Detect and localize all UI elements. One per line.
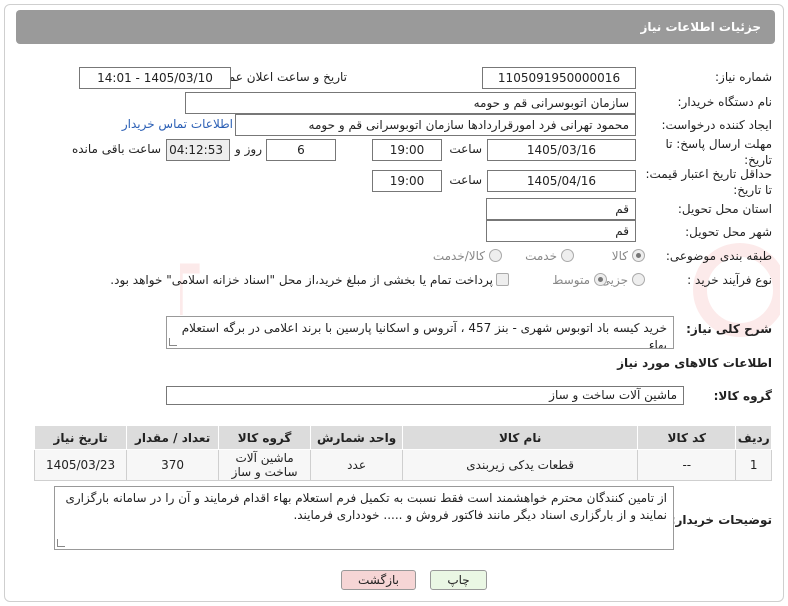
price-time-label: ساعت — [449, 173, 482, 187]
page-header: جزئیات اطلاعات نیاز — [16, 10, 775, 44]
need-number-label: شماره نیاز: — [715, 70, 772, 84]
description-textarea[interactable]: خرید کیسه باد اتوبوس شهری - بنز 457 ، آت… — [166, 316, 674, 349]
price-date-field: 1405/04/16 — [487, 170, 636, 192]
remaining-time-label: ساعت باقی مانده — [71, 142, 161, 156]
category-radio-goods[interactable] — [632, 249, 645, 262]
description-label: شرح کلی نیاز: — [686, 322, 772, 336]
goods-section-title: اطلاعات کالاهای مورد نیاز — [617, 356, 772, 370]
buyer-org-field: سازمان اتوبوسرانی قم و حومه — [185, 92, 636, 114]
category-label: طبقه بندی موضوعی: — [665, 249, 772, 263]
requester-label: ایجاد کننده درخواست: — [661, 118, 772, 132]
price-deadline-label-1: حداقل تاریخ اعتبار قیمت: — [645, 167, 772, 181]
days-label: روز و — [235, 142, 262, 156]
process-radio-medium[interactable] — [594, 273, 607, 286]
cell-row: 1 — [735, 449, 772, 481]
description-text: خرید کیسه باد اتوبوس شهری - بنز 457 ، آت… — [181, 321, 667, 349]
city-field: قم — [486, 220, 636, 242]
province-label: استان محل تحویل: — [677, 202, 772, 216]
resize-grip-icon[interactable] — [169, 338, 177, 346]
category-option-service: خدمت — [525, 249, 557, 263]
buyer-notes-textarea[interactable]: از تامین کنندگان محترم خواهشمند است فقط … — [54, 486, 674, 550]
back-button[interactable]: بازگشت — [341, 570, 416, 590]
resize-grip-icon[interactable] — [57, 539, 65, 547]
col-code: کد کالا — [637, 425, 737, 450]
need-number-field: 1105091950000016 — [482, 67, 636, 89]
province-field: قم — [486, 198, 636, 220]
category-option-both: کالا/خدمت — [432, 249, 485, 263]
goods-group-field: ماشین آلات ساخت و ساز — [166, 386, 684, 405]
process-label: نوع فرآیند خرید : — [687, 273, 772, 287]
cell-group: ماشین آلات ساخت و ساز — [218, 449, 312, 481]
buyer-notes-text: از تامین کنندگان محترم خواهشمند است فقط … — [65, 491, 667, 522]
col-group: گروه کالا — [218, 425, 312, 450]
buyer-org-label: نام دستگاه خریدار: — [677, 95, 773, 109]
category-radio-service[interactable] — [561, 249, 574, 262]
cell-group-line2: ساخت و ساز — [231, 465, 298, 479]
payment-note: پرداخت تمام یا بخشی از مبلغ خرید،از محل … — [110, 273, 493, 287]
payment-checkbox[interactable] — [496, 273, 509, 286]
process-radio-minor[interactable] — [632, 273, 645, 286]
print-button[interactable]: چاپ — [430, 570, 487, 590]
reply-deadline-label-2: تاریخ: — [744, 153, 772, 167]
table-row: 1 -- قطعات یدکی زیربندی عدد ماشین آلات س… — [33, 449, 772, 481]
cell-group-line1: ماشین آلات — [235, 451, 294, 465]
announce-field: 1405/03/10 - 14:01 — [79, 67, 231, 89]
reply-time-label: ساعت — [449, 142, 482, 156]
buyer-notes-label: توضیحات خریدار: — [670, 513, 772, 527]
cell-unit: عدد — [310, 449, 404, 481]
reply-time-field: 19:00 — [372, 139, 442, 161]
cell-qty: 370 — [126, 449, 220, 481]
category-option-goods: کالا — [611, 249, 628, 263]
requester-field: محمود تهرانی فرد امورقراردادها سازمان ات… — [235, 114, 636, 136]
days-field: 6 — [266, 139, 336, 161]
price-time-field: 19:00 — [372, 170, 442, 192]
city-label: شهر محل تحویل: — [685, 225, 772, 239]
col-date: تاریخ نیاز — [33, 425, 128, 450]
col-unit: واحد شمارش — [310, 425, 404, 450]
col-row: ردیف — [735, 425, 772, 450]
reply-deadline-label-1: مهلت ارسال پاسخ: تا — [665, 137, 772, 151]
cell-date: 1405/03/23 — [33, 449, 128, 481]
col-name: نام کالا — [402, 425, 639, 450]
reply-date-field: 1405/03/16 — [487, 139, 636, 161]
goods-table-header: ردیف کد کالا نام کالا واحد شمارش گروه کا… — [33, 425, 772, 450]
process-option-medium: متوسط — [552, 273, 590, 287]
goods-table: ردیف کد کالا نام کالا واحد شمارش گروه کا… — [33, 425, 772, 481]
category-radio-both[interactable] — [489, 249, 502, 262]
cell-code: -- — [637, 449, 737, 481]
col-qty: تعداد / مقدار — [126, 425, 220, 450]
cell-name: قطعات یدکی زیربندی — [402, 449, 639, 481]
goods-group-label: گروه کالا: — [713, 389, 772, 403]
remaining-time-field: 04:12:53 — [166, 139, 230, 161]
price-deadline-label-2: تا تاریخ: — [733, 183, 772, 197]
buyer-contact-link[interactable]: اطلاعات تماس خریدار — [122, 117, 233, 131]
